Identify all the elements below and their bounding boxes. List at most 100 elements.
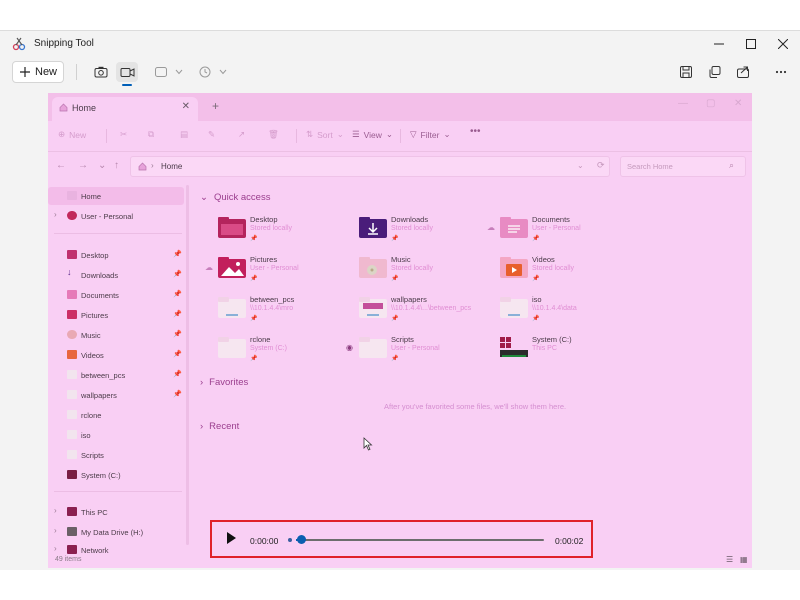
nav-item-videos[interactable]: Videos 📌 (48, 346, 184, 364)
view-button[interactable]: ☰ View ⌄ (352, 129, 393, 140)
item-location: Stored locally (391, 225, 434, 232)
nav-item-rclone[interactable]: rclone (48, 406, 184, 424)
copy-icon[interactable]: ⧉ (148, 129, 154, 140)
nav-item-pictures[interactable]: Pictures 📌 (48, 306, 184, 324)
item-location: User - Personal (250, 265, 299, 272)
share-button[interactable] (732, 62, 754, 82)
quick-access-wallpapers[interactable]: wallpapers \\10.1.4.4\...\between_pcs 📌 (359, 293, 489, 327)
nav-item-wallpapers[interactable]: wallpapers 📌 (48, 386, 184, 404)
seek-track[interactable] (296, 539, 544, 541)
rename-icon[interactable]: ✎ (208, 129, 215, 140)
paste-icon[interactable]: ▤ (180, 129, 188, 140)
quick-access-music[interactable]: Music Stored locally 📌 (359, 253, 489, 287)
chevron-down-icon: ⌄ (443, 129, 451, 139)
address-dropdown-icon[interactable]: ⌄ (577, 161, 584, 170)
tab-close-icon[interactable]: ✕ (182, 101, 190, 112)
snip-shape-dropdown[interactable] (168, 62, 190, 82)
sort-button[interactable]: ⇅ Sort ⌄ (306, 129, 344, 140)
item-name: Music (391, 255, 411, 264)
nav-item-downloads[interactable]: ↓ Downloads 📌 (48, 266, 184, 284)
item-location: \\10.1.4.4\data (532, 305, 577, 312)
quick-access-pictures[interactable]: ☁ Pictures User - Personal 📌 (205, 253, 348, 287)
new-snip-button[interactable]: New (12, 61, 64, 83)
chevron-right-icon: › (54, 544, 57, 553)
new-tab-icon[interactable]: + (212, 99, 219, 113)
explorer-tab-home[interactable]: Home ✕ (52, 97, 198, 121)
breadcrumb-home[interactable]: Home (161, 162, 182, 171)
nav-item-between-pcs[interactable]: between_pcs 📌 (48, 366, 184, 384)
recent-header[interactable]: › Recent (200, 421, 239, 432)
forward-arrow-icon[interactable]: → (78, 160, 88, 171)
toolbar-divider (76, 64, 77, 80)
address-bar[interactable]: › Home ⌄ ⟳ (130, 156, 610, 177)
video-playback-bar: 0:00:00 0:00:02 (210, 520, 593, 558)
share-icon[interactable]: ↗ (238, 129, 245, 140)
quick-access-iso[interactable]: iso \\10.1.4.4\data 📌 (500, 293, 630, 327)
quick-access-documents[interactable]: ☁ Documents User - Personal 📌 (487, 213, 630, 247)
delete-icon[interactable]: 🗑 (268, 129, 279, 140)
save-button[interactable] (675, 62, 697, 82)
nav-item-onedrive[interactable]: › User - Personal (48, 207, 184, 225)
quick-access-system-c[interactable]: System (C:) This PC (500, 333, 630, 367)
more-icon[interactable]: ••• (470, 126, 481, 137)
delay-timer-dropdown[interactable] (212, 62, 234, 82)
command-divider (400, 129, 401, 143)
item-name: Desktop (250, 215, 278, 224)
maximize-button[interactable] (736, 34, 766, 54)
current-time: 0:00:00 (250, 536, 279, 546)
quick-access-between-pcs[interactable]: between_pcs \\10.1.4.4\mro 📌 (218, 293, 348, 327)
play-icon[interactable] (224, 531, 238, 545)
filter-button[interactable]: ▽ Filter ⌄ (410, 129, 451, 140)
seek-thumb[interactable] (296, 535, 306, 544)
back-arrow-icon[interactable]: ← (56, 160, 66, 171)
nav-item-desktop[interactable]: Desktop 📌 (48, 246, 184, 264)
nav-item-label: iso (81, 431, 91, 440)
nav-item-data-drive[interactable]: › My Data Drive (H:) (48, 523, 184, 541)
quick-access-rclone[interactable]: rclone System (C:) 📌 (218, 333, 348, 367)
favorites-empty-message: After you've favorited some files, we'll… (384, 402, 567, 411)
quick-access-header[interactable]: ⌄ Quick access (200, 192, 270, 203)
drive-icon (500, 337, 528, 357)
minimize-icon[interactable]: — (678, 98, 688, 109)
quick-access-downloads[interactable]: Downloads Stored locally 📌 (359, 213, 489, 247)
new-item-button[interactable]: ⊕ New (58, 129, 86, 140)
videos-icon (67, 350, 77, 359)
total-time: 0:00:02 (555, 536, 584, 546)
copy-button[interactable] (704, 62, 726, 82)
close-button[interactable] (768, 34, 798, 54)
item-location: User - Personal (391, 345, 440, 352)
nav-item-home[interactable]: Home (48, 187, 184, 205)
nav-item-iso[interactable]: iso (48, 426, 184, 444)
nav-item-system-c[interactable]: System (C:) (48, 466, 184, 484)
maximize-icon[interactable]: ▢ (706, 98, 715, 109)
video-mode-button[interactable] (116, 62, 138, 82)
chevron-right-icon: › (54, 506, 57, 515)
nav-item-this-pc[interactable]: › This PC (48, 503, 184, 521)
more-options-button[interactable] (770, 62, 792, 82)
search-input[interactable]: Search Home ⌕ (620, 156, 746, 177)
music-icon (67, 330, 77, 339)
quick-access-scripts[interactable]: ◉ Scripts User - Personal 📌 (346, 333, 489, 367)
pin-icon: 📌 (391, 276, 399, 282)
favorites-header[interactable]: › Favorites (200, 377, 248, 388)
cut-icon[interactable]: ✂ (120, 129, 127, 140)
close-icon[interactable]: ✕ (734, 98, 742, 109)
recent-locations-chevron-icon[interactable]: ⌄ (98, 160, 106, 171)
up-arrow-icon[interactable]: ↑ (114, 160, 119, 171)
details-view-icon[interactable]: ☰ (726, 555, 733, 564)
quick-access-videos[interactable]: Videos Stored locally 📌 (500, 253, 630, 287)
nav-item-music[interactable]: Music 📌 (48, 326, 184, 344)
screenshot-mode-button[interactable] (90, 62, 112, 82)
nav-item-label: Music (81, 331, 101, 340)
nav-scrollbar[interactable] (186, 185, 189, 545)
chevron-down-icon (175, 69, 183, 75)
refresh-icon[interactable]: ⟳ (597, 160, 605, 171)
tiles-view-icon[interactable]: ▦ (740, 555, 748, 564)
nav-item-documents[interactable]: Documents 📌 (48, 286, 184, 304)
nav-item-scripts[interactable]: Scripts (48, 446, 184, 464)
item-name: rclone (250, 335, 271, 344)
downloads-folder-icon (359, 217, 387, 238)
explorer-address-row: ← → ⌄ ↑ › Home ⌄ ⟳ Search Home ⌕ (48, 153, 752, 181)
minimize-button[interactable] (704, 34, 734, 54)
quick-access-desktop[interactable]: Desktop Stored locally 📌 (218, 213, 348, 247)
